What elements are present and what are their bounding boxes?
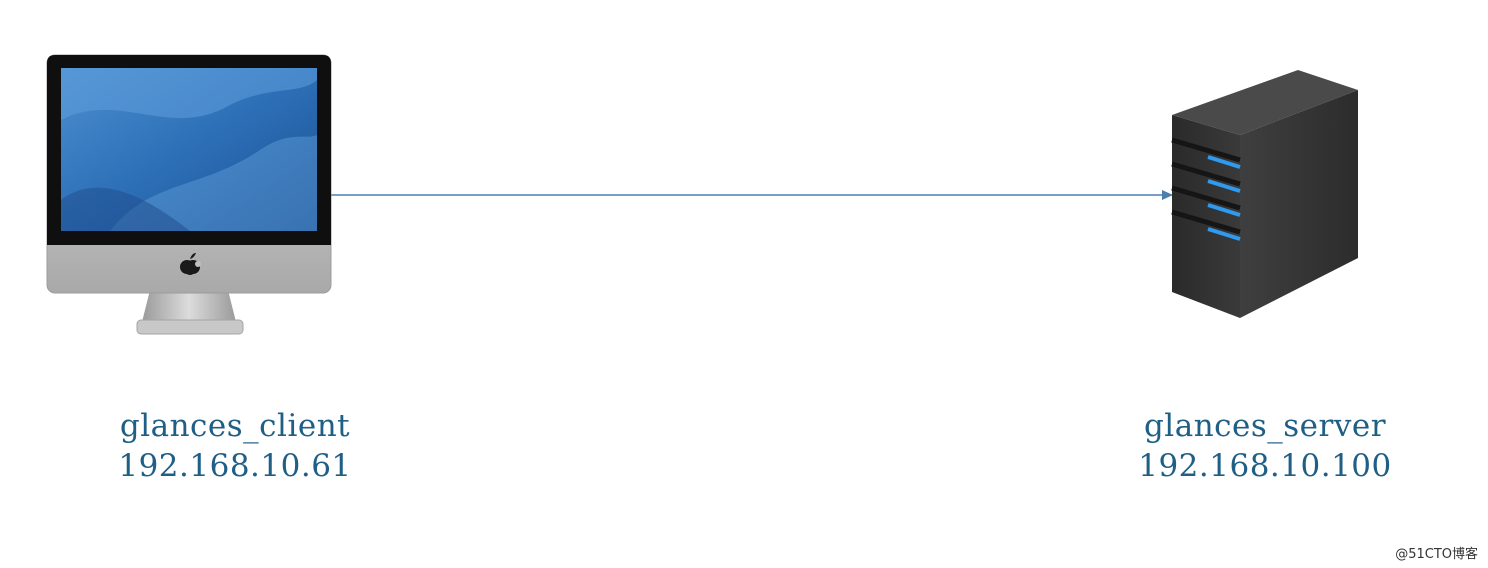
imac-icon [46,54,332,335]
network-diagram: glances_client 192.168.10.61 glances_ser… [0,0,1488,568]
server-label: glances_server 192.168.10.100 [1110,406,1420,486]
server-name: glances_server [1143,408,1387,444]
server-ip: 192.168.10.100 [1138,448,1392,484]
tower-server-icon [1171,70,1358,318]
client-name: glances_client [119,408,351,444]
client-ip: 192.168.10.61 [118,448,352,484]
watermark: @51CTO博客 [1395,547,1478,562]
client-label: glances_client 192.168.10.61 [80,406,390,486]
